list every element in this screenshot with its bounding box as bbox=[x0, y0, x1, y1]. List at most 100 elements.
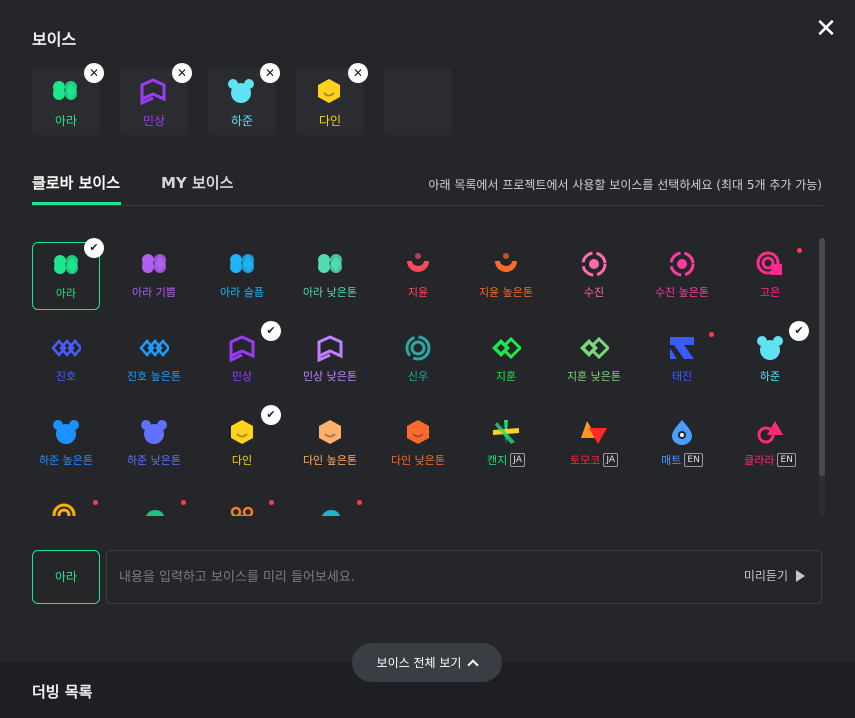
book-icon bbox=[227, 334, 257, 363]
voice-card-clara[interactable]: 클라라 EN bbox=[736, 410, 804, 478]
voice-label: 아라 낮은톤 bbox=[303, 284, 357, 300]
voice-name: 다인 낮은톤 bbox=[390, 454, 446, 467]
voice-card-sujin[interactable]: 수진 bbox=[560, 242, 628, 310]
selected-voice-dain[interactable]: 다인 ✕ bbox=[296, 63, 368, 135]
voice-card-tomoko[interactable]: 토모코 JA bbox=[560, 410, 628, 478]
remove-voice-icon[interactable]: ✕ bbox=[348, 63, 368, 83]
voice-card-hajun-high[interactable]: 하준 높은톤 bbox=[32, 410, 100, 478]
hearts-icon bbox=[315, 250, 345, 278]
voice-card-sujin-high[interactable]: 수진 높은톤 bbox=[648, 242, 716, 310]
remove-voice-icon[interactable]: ✕ bbox=[172, 63, 192, 83]
selected-voice-label: 아라 bbox=[54, 114, 78, 128]
panel-title: 보이스 bbox=[32, 30, 77, 49]
voice-label: 지훈 bbox=[496, 368, 516, 384]
empty-voice-slot bbox=[384, 67, 452, 135]
remove-voice-icon[interactable]: ✕ bbox=[84, 63, 104, 83]
dubbing-list-title: 더빙 목록 bbox=[32, 683, 93, 701]
voice-name: 아라 낮은톤 bbox=[302, 286, 358, 299]
close-icon[interactable]: ✕ bbox=[812, 16, 840, 44]
voice-label: 클라라 EN bbox=[744, 452, 796, 468]
scrollbar-thumb[interactable] bbox=[819, 238, 825, 476]
voice-name: 신우 bbox=[407, 370, 429, 383]
voice-card-ara-low[interactable]: 아라 낮은톤 bbox=[296, 242, 364, 310]
target-icon bbox=[667, 250, 697, 278]
tab-clova-voice[interactable]: 클로바 보이스 bbox=[32, 172, 120, 193]
voice-card-jinho-high[interactable]: 진호 높은톤 bbox=[120, 326, 188, 394]
voice-card-ara-joy[interactable]: 아라 기쁨 bbox=[120, 242, 188, 310]
preview-play-button[interactable]: 미리듣기 bbox=[744, 567, 805, 584]
voice-card-jiyun-high[interactable]: 지윤 높은톤 bbox=[472, 242, 540, 310]
voice-label: 지윤 bbox=[408, 284, 428, 300]
voice-card-partial-3[interactable] bbox=[208, 494, 276, 516]
preview-bar: 아라 미리듣기 bbox=[32, 550, 822, 604]
scrollbar[interactable] bbox=[819, 238, 825, 516]
bowl-icon bbox=[491, 250, 521, 278]
preview-text-input[interactable] bbox=[119, 565, 679, 589]
voice-name: 다인 bbox=[231, 454, 253, 467]
language-badge: JA bbox=[603, 453, 619, 467]
voice-card-hajun-low[interactable]: 하준 낮은톤 bbox=[120, 410, 188, 478]
tab-my-voice[interactable]: MY 보이스 bbox=[161, 172, 233, 193]
links-icon bbox=[491, 334, 523, 362]
voice-card-ara-sad[interactable]: 아라 슬픔 bbox=[208, 242, 276, 310]
tshape-icon bbox=[667, 334, 697, 362]
hearts-icon bbox=[227, 250, 257, 278]
flower-icon bbox=[227, 502, 257, 516]
preview-voice-button[interactable]: 아라 bbox=[32, 550, 100, 604]
voice-card-kaenji[interactable]: 캔지 JA bbox=[472, 410, 540, 478]
selected-voice-ara[interactable]: 아라 ✕ bbox=[32, 63, 104, 135]
voice-card-jinho[interactable]: 진호 bbox=[32, 326, 100, 394]
check-icon: ✔ bbox=[84, 238, 104, 258]
new-indicator-dot bbox=[709, 332, 714, 337]
voice-card-partial-1[interactable] bbox=[32, 494, 100, 516]
spiral-icon bbox=[755, 250, 785, 278]
voice-card-hajun[interactable]: 하준 ✔ bbox=[736, 321, 809, 394]
voice-name: 민상 낮은톤 bbox=[302, 370, 358, 383]
voice-card-taejin[interactable]: 태진 bbox=[648, 326, 716, 394]
show-all-voices-button[interactable]: 보이스 전체 보기 bbox=[352, 643, 502, 682]
voice-name: 고은 bbox=[759, 286, 781, 299]
voice-card-minsang-low[interactable]: 민상 낮은톤 bbox=[296, 326, 364, 394]
voice-card-ara[interactable]: 아라 ✔ bbox=[32, 238, 104, 310]
blob-icon bbox=[139, 502, 169, 516]
voice-card-minsang[interactable]: 민상 ✔ bbox=[208, 321, 281, 394]
remove-voice-icon[interactable]: ✕ bbox=[260, 63, 280, 83]
voice-name: 태진 bbox=[671, 370, 693, 383]
selected-voices: 아라 ✕ 민상 ✕ 하준 ✕ 다인 ✕ bbox=[32, 63, 452, 135]
voice-name: 진호 높은톤 bbox=[126, 370, 182, 383]
voice-name: 지훈 bbox=[495, 370, 517, 383]
selected-voice-label: 다인 bbox=[318, 114, 342, 128]
voice-grid-scroll[interactable]: 아라 ✔ 아라 기쁨 아라 슬픔 아라 낮은톤 지윤 지윤 높은톤 수진 수진 높은톤 고은진호 진… bbox=[32, 236, 816, 516]
selected-voice-minsang[interactable]: 민상 ✕ bbox=[120, 63, 192, 135]
voice-label: 다인 bbox=[232, 452, 252, 468]
voice-card-goeun[interactable]: 고은 bbox=[736, 242, 804, 310]
voice-card-partial-4[interactable] bbox=[296, 494, 364, 516]
blob-icon bbox=[315, 502, 345, 516]
check-icon: ✔ bbox=[789, 321, 809, 341]
ring-icon bbox=[403, 334, 433, 362]
hearts-icon bbox=[139, 250, 169, 278]
check-icon: ✔ bbox=[261, 405, 281, 425]
voice-label: 고은 bbox=[760, 284, 780, 300]
voice-label: 태진 bbox=[672, 368, 692, 384]
voice-name: 지윤 bbox=[407, 286, 429, 299]
voice-label: 하준 높은톤 bbox=[39, 452, 93, 468]
voice-name: 민상 bbox=[231, 370, 253, 383]
voice-name: 하준 높은톤 bbox=[38, 454, 94, 467]
voice-card-dain-high[interactable]: 다인 높은톤 bbox=[296, 410, 364, 478]
voice-card-partial-2[interactable] bbox=[120, 494, 188, 516]
voice-card-jihun[interactable]: 지훈 bbox=[472, 326, 540, 394]
voice-card-dain-low[interactable]: 다인 낮은톤 bbox=[384, 410, 452, 478]
voice-card-matt[interactable]: 매트 EN bbox=[648, 410, 716, 478]
voice-card-jihun-low[interactable]: 지훈 낮은톤 bbox=[560, 326, 628, 394]
voice-label: 수진 bbox=[584, 284, 604, 300]
voice-label: 수진 높은톤 bbox=[655, 284, 709, 300]
voice-card-dain[interactable]: 다인 ✔ bbox=[208, 405, 281, 478]
new-indicator-dot bbox=[797, 248, 802, 253]
selected-voice-hajun[interactable]: 하준 ✕ bbox=[208, 63, 280, 135]
drop-icon bbox=[667, 418, 697, 446]
new-indicator-dot bbox=[357, 500, 362, 505]
voice-card-sinu[interactable]: 신우 bbox=[384, 326, 452, 394]
triangles-icon bbox=[579, 418, 609, 446]
voice-card-jiyun[interactable]: 지윤 bbox=[384, 242, 452, 310]
